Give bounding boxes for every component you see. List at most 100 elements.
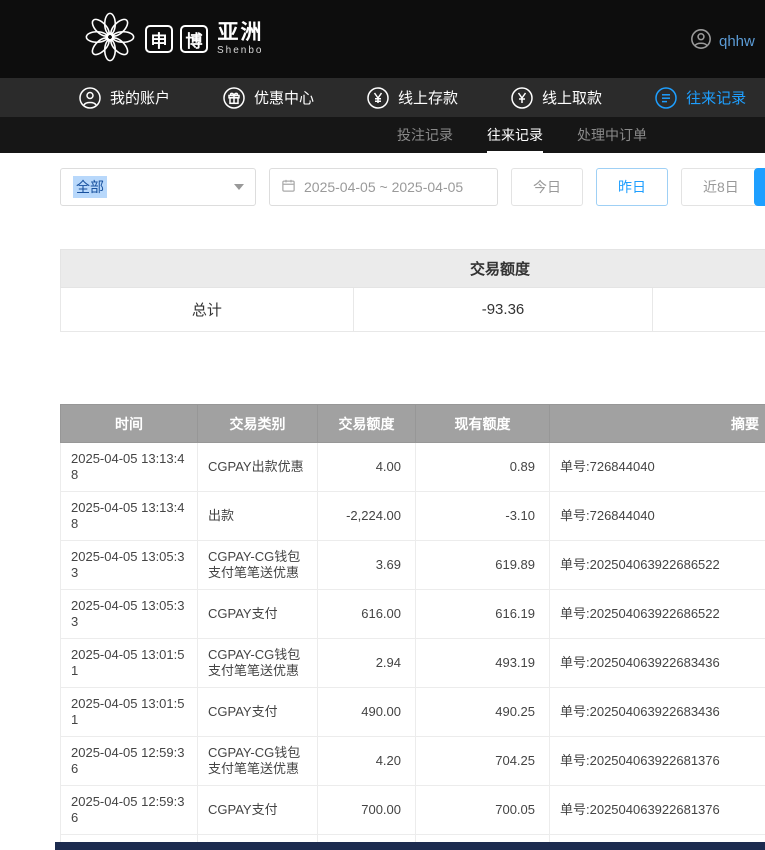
transaction-cell: 2025-04-05 13:13:48: [60, 491, 198, 541]
transactions-header-row: 时间 交易类别 交易额度 现有额度 摘要: [60, 404, 765, 443]
tab-label: 处理中订单: [577, 127, 647, 143]
transaction-cell: 493.19: [415, 638, 550, 688]
transaction-cell: 3.69: [317, 540, 416, 590]
transaction-row: 2025-04-05 12:59:36 CGPAY支付 700.00 700.05 单号…: [60, 785, 765, 835]
transaction-cell: 616.19: [415, 589, 550, 639]
summary-header-row: 交易额度: [60, 249, 765, 288]
transaction-cell: 2025-04-05 13:05:33: [60, 540, 198, 590]
content-area: 全部 2025-04-05 ~ 2025-04-05 今日 昨日 近8日 交易额…: [60, 167, 765, 850]
tab-label: 往来记录: [487, 127, 543, 143]
transaction-records-page: 申 博 亚洲 Shenbo qhhw 我的账户 优惠中心 线上存款 线上取款 往…: [0, 0, 765, 850]
transaction-cell: 2.94: [317, 638, 416, 688]
transaction-cell: 700.00: [317, 785, 416, 835]
transaction-row: 2025-04-05 13:05:33 CGPAY-CG钱包支付笔笔送优惠 3.69…: [60, 540, 765, 590]
nav-item-label: 我的账户: [110, 90, 171, 107]
summary-total-row: 总计 -93.36: [60, 287, 765, 332]
date-range-input[interactable]: 2025-04-05 ~ 2025-04-05: [269, 168, 498, 206]
gift-icon: [222, 86, 246, 110]
transaction-cell: 单号:202504063922681376: [549, 736, 765, 786]
transaction-cell: 704.25: [415, 736, 550, 786]
summary-table: 交易额度 总计 -93.36: [60, 249, 765, 332]
date-range-value: 2025-04-05 ~ 2025-04-05: [304, 179, 464, 195]
account-icon: [78, 86, 102, 110]
transaction-cell: 单号:726844040: [549, 491, 765, 541]
nav-item-label: 线上取款: [542, 90, 603, 107]
col-header-balance: 现有额度: [415, 404, 550, 443]
transaction-cell: 2025-04-05 13:05:33: [60, 589, 198, 639]
tab-label: 投注记录: [397, 127, 453, 143]
transaction-cell: 616.00: [317, 589, 416, 639]
deposit-coin-icon: [366, 86, 390, 110]
transaction-cell: CGPAY支付: [197, 589, 318, 639]
tab-transaction-records[interactable]: 往来记录: [487, 117, 543, 153]
transaction-cell: CGPAY出款优惠: [197, 442, 318, 492]
type-select-value: 全部: [73, 176, 107, 198]
transaction-cell: 单号:202504063922683436: [549, 638, 765, 688]
transaction-cell: 单号:202504063922681376: [549, 785, 765, 835]
col-header-type: 交易类别: [197, 404, 318, 443]
filter-bar: 全部 2025-04-05 ~ 2025-04-05 今日 昨日 近8日: [60, 167, 765, 207]
user-avatar-icon: [690, 28, 712, 55]
last-8-days-button[interactable]: 近8日: [681, 168, 761, 206]
transaction-cell: CGPAY-CG钱包支付笔笔送优惠: [197, 540, 318, 590]
nav-item-withdraw[interactable]: 线上取款: [510, 86, 602, 110]
tab-processing-orders[interactable]: 处理中订单: [577, 117, 647, 153]
transaction-cell: 2025-04-05 12:59:36: [60, 736, 198, 786]
transaction-cell: 0.89: [415, 442, 550, 492]
transaction-cell: 700.05: [415, 785, 550, 835]
transaction-cell: 4.20: [317, 736, 416, 786]
yesterday-button[interactable]: 昨日: [596, 168, 668, 206]
transaction-row: 2025-04-05 13:13:48 CGPAY出款优惠 4.00 0.89 单号:7…: [60, 442, 765, 492]
col-header-summary: 摘要: [549, 404, 765, 443]
transaction-cell: -3.10: [415, 491, 550, 541]
transaction-cell: 490.00: [317, 687, 416, 737]
chevron-down-icon: [234, 184, 244, 190]
nav-item-label: 往来记录: [686, 90, 747, 107]
summary-empty-cell: [652, 287, 765, 332]
logo-subtext: Shenbo: [217, 45, 264, 56]
transaction-cell: 单号:202504063922683436: [549, 687, 765, 737]
records-subnav: 投注记录 往来记录 处理中订单: [0, 117, 765, 153]
type-select[interactable]: 全部: [60, 168, 256, 206]
transaction-cell: 单号:726844040: [549, 442, 765, 492]
transaction-cell: -2,224.00: [317, 491, 416, 541]
username-text: qhhw: [719, 33, 755, 50]
transaction-row: 2025-04-05 13:05:33 CGPAY支付 616.00 616.19 单号…: [60, 589, 765, 639]
today-button[interactable]: 今日: [511, 168, 583, 206]
transaction-cell: 出款: [197, 491, 318, 541]
transaction-row: 2025-04-05 13:01:51 CGPAY-CG钱包支付笔笔送优惠 2.94…: [60, 638, 765, 688]
main-navigation: 我的账户 优惠中心 线上存款 线上取款 往来记录: [0, 78, 765, 117]
lotus-flower-icon: [82, 9, 138, 70]
nav-item-my-account[interactable]: 我的账户: [78, 86, 170, 110]
records-icon: [654, 86, 678, 110]
transaction-cell: CGPAY-CG钱包支付笔笔送优惠: [197, 638, 318, 688]
summary-total-value: -93.36: [352, 287, 654, 332]
nav-item-transaction-records[interactable]: 往来记录: [654, 86, 746, 110]
calendar-icon: [281, 178, 296, 196]
summary-header: 交易额度: [60, 249, 765, 288]
nav-item-label: 线上存款: [398, 90, 459, 107]
transaction-cell: 单号:202504063922686522: [549, 540, 765, 590]
nav-item-label: 优惠中心: [254, 90, 315, 107]
transaction-cell: CGPAY支付: [197, 785, 318, 835]
nav-item-promotions[interactable]: 优惠中心: [222, 86, 314, 110]
col-header-time: 时间: [60, 404, 198, 443]
transactions-body: 2025-04-05 13:13:48 CGPAY出款优惠 4.00 0.89 单号:7…: [60, 442, 765, 850]
logo-text-wrap: 亚洲 Shenbo: [217, 22, 264, 57]
transaction-cell: 619.89: [415, 540, 550, 590]
col-header-amount: 交易额度: [317, 404, 416, 443]
nav-item-deposit[interactable]: 线上存款: [366, 86, 458, 110]
transaction-cell: CGPAY支付: [197, 687, 318, 737]
transaction-cell: 单号:202504063922686522: [549, 589, 765, 639]
footer-bar: [55, 842, 765, 850]
search-button[interactable]: [754, 168, 765, 206]
account-menu[interactable]: qhhw: [690, 28, 755, 55]
transaction-cell: 2025-04-05 13:01:51: [60, 687, 198, 737]
transaction-cell: 4.00: [317, 442, 416, 492]
transaction-row: 2025-04-05 13:01:51 CGPAY支付 490.00 490.25 单号…: [60, 687, 765, 737]
logo-char-box-1: 申: [145, 25, 173, 53]
tab-betting-records[interactable]: 投注记录: [397, 117, 453, 153]
brand-logo[interactable]: 申 博 亚洲 Shenbo: [82, 9, 263, 70]
transaction-cell: 2025-04-05 12:59:36: [60, 785, 198, 835]
top-header: 申 博 亚洲 Shenbo qhhw: [0, 0, 765, 78]
